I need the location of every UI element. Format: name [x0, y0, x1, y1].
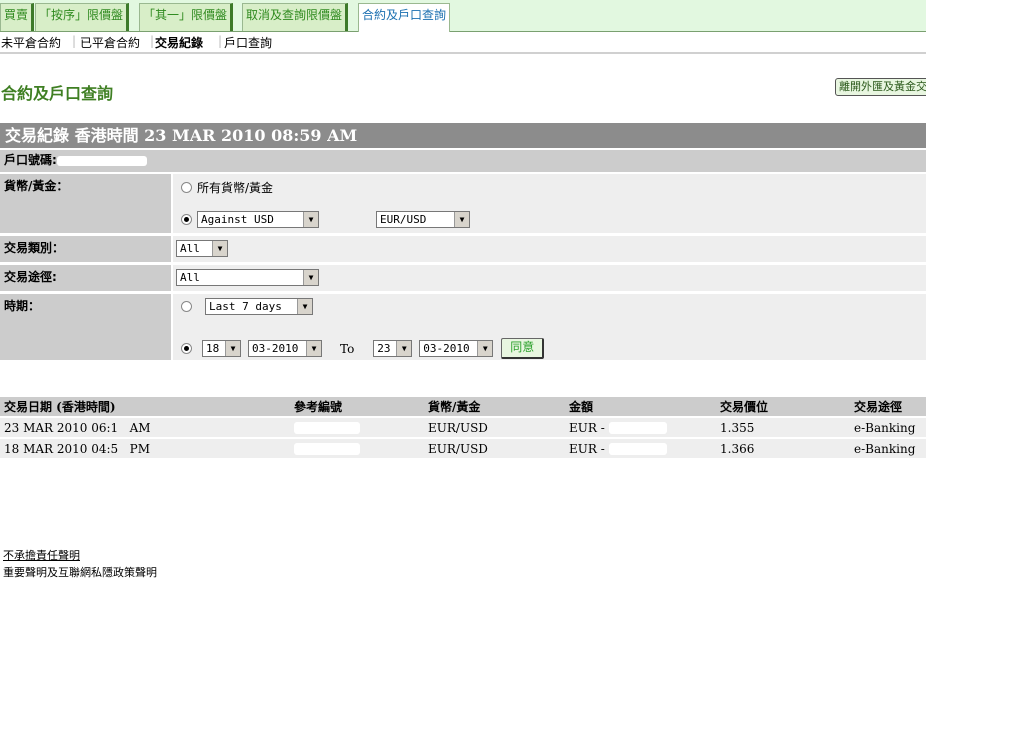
results-table: 交易日期 (香港時間) 參考編號 貨幣/黃金 金額 交易價位 交易途徑 23 M…	[0, 395, 926, 460]
to-month-select[interactable]: 03-2010 ▼	[419, 340, 494, 357]
from-month-value: 03-2010	[252, 342, 299, 355]
cell-price: 1.366	[716, 439, 850, 458]
subnav-transaction-record[interactable]: 交易紀錄	[155, 34, 203, 51]
chevron-down-icon: ▼	[212, 241, 227, 256]
to-label: To	[340, 341, 355, 356]
from-day-select[interactable]: 18 ▼	[202, 340, 241, 357]
redacted-amount	[608, 443, 667, 455]
cell-currency: EUR/USD	[424, 418, 565, 437]
chevron-down-icon: ▼	[297, 299, 312, 314]
redacted-reference	[294, 443, 360, 455]
section-title: 交易紀錄 香港時間 23 MAR 2010 08:59 AM	[0, 123, 926, 148]
period-select[interactable]: Last 7 days ▼	[205, 298, 313, 315]
redacted-account	[56, 155, 147, 166]
transaction-type-select[interactable]: All ▼	[176, 240, 228, 257]
submit-button[interactable]: 同意	[501, 338, 545, 359]
cell-amount: EUR -	[565, 439, 716, 458]
privacy-link[interactable]: 重要聲明及互聯網私隱政策聲明	[3, 564, 157, 580]
subnav-separator: |	[150, 34, 155, 48]
exit-button[interactable]: 離開外匯及黃金交易	[835, 78, 926, 96]
radio-period-preset[interactable]	[181, 301, 192, 312]
to-month-value: 03-2010	[423, 342, 470, 355]
currency-pair-select[interactable]: EUR/USD ▼	[376, 211, 470, 228]
cell-currency: EUR/USD	[424, 439, 565, 458]
cell-date: 23 MAR 2010 06:1 AM	[0, 418, 290, 437]
chevron-down-icon: ▼	[303, 212, 318, 227]
table-row: 18 MAR 2010 04:5 PM EUR/USD EUR - 1.366 …	[0, 439, 926, 458]
cell-channel: e-Banking	[850, 418, 926, 437]
against-select[interactable]: Against USD ▼	[197, 211, 319, 228]
table-header: 交易日期 (香港時間) 參考編號 貨幣/黃金 金額 交易價位 交易途徑	[0, 397, 926, 416]
col-date: 交易日期 (香港時間)	[0, 397, 290, 416]
period-label: 時期：	[0, 294, 171, 360]
page-title: 合約及戶口查詢	[1, 84, 114, 103]
tab-cancel-order[interactable]: 取消及查詢限價盤	[242, 3, 349, 31]
cell-reference	[290, 418, 424, 437]
from-day-value: 18	[206, 342, 220, 355]
cell-price: 1.355	[716, 418, 850, 437]
currency-field: 所有貨幣/黃金 Against USD ▼ EUR/USD ▼	[173, 174, 926, 233]
to-day-select[interactable]: 23 ▼	[373, 340, 413, 357]
redacted-amount	[608, 422, 667, 434]
against-select-value: Against USD	[201, 213, 274, 226]
currency-label: 貨幣/黃金：	[0, 174, 171, 233]
channel-select[interactable]: All ▼	[176, 269, 319, 286]
cell-reference	[290, 439, 424, 458]
col-currency: 貨幣/黃金	[424, 397, 565, 416]
radio-all-currency[interactable]	[181, 182, 192, 193]
amount-prefix: EUR -	[569, 420, 609, 435]
type-label: 交易類別：	[0, 236, 171, 262]
subnav-separator: |	[72, 34, 77, 48]
main-tabs: 買賣 「按序」限價盤 「其一」限價盤 取消及查詢限價盤 合約及戶口查詢	[0, 0, 926, 32]
tab-account-enquiry[interactable]: 合約及戶口查詢	[358, 3, 451, 32]
chevron-down-icon: ▼	[396, 341, 412, 356]
from-month-select[interactable]: 03-2010 ▼	[248, 340, 322, 357]
chevron-down-icon: ▼	[306, 341, 321, 356]
chevron-down-icon: ▼	[454, 212, 469, 227]
chevron-down-icon: ▼	[477, 341, 493, 356]
to-day-value: 23	[377, 342, 391, 355]
chevron-down-icon: ▼	[225, 341, 240, 356]
account-label: 戶口號碼:	[4, 153, 57, 167]
radio-specific-currency[interactable]	[181, 214, 192, 225]
table-row: 23 MAR 2010 06:1 AM EUR/USD EUR - 1.355 …	[0, 418, 926, 437]
sub-navigation: 未平倉合約 | 已平倉合約 | 交易紀錄 | 戶口查詢	[0, 33, 926, 54]
cell-channel: e-Banking	[850, 439, 926, 458]
subnav-separator: |	[218, 34, 223, 48]
period-value: Last 7 days	[209, 300, 282, 313]
redacted-reference	[294, 422, 360, 434]
subnav-account-enquiry[interactable]: 戶口查詢	[224, 34, 272, 51]
chevron-down-icon: ▼	[303, 270, 318, 285]
all-currency-label: 所有貨幣/黃金	[197, 181, 274, 195]
disclaimer-link[interactable]: 不承擔責任聲明	[3, 547, 80, 563]
tab-trade[interactable]: 買賣	[0, 3, 35, 31]
channel-field: All ▼	[173, 265, 926, 291]
channel-label: 交易途徑:	[0, 265, 171, 291]
type-field: All ▼	[173, 236, 926, 262]
col-reference: 參考編號	[290, 397, 424, 416]
cell-amount: EUR -	[565, 418, 716, 437]
channel-value: All	[180, 271, 200, 284]
period-field: Last 7 days ▼ 18 ▼ 03-2010 ▼ To 23 ▼ 03-2010…	[173, 294, 926, 360]
amount-prefix: EUR -	[569, 441, 609, 456]
account-row: 戶口號碼:	[0, 150, 926, 172]
col-channel: 交易途徑	[850, 397, 926, 416]
cell-date: 18 MAR 2010 04:5 PM	[0, 439, 290, 458]
tab-if-done-order[interactable]: 「按序」限價盤	[35, 3, 130, 31]
subnav-open-contracts[interactable]: 未平倉合約	[1, 34, 61, 51]
col-price: 交易價位	[716, 397, 850, 416]
col-amount: 金額	[565, 397, 716, 416]
tab-oco-order[interactable]: 「其一」限價盤	[139, 3, 234, 31]
subnav-closed-contracts[interactable]: 已平倉合約	[80, 34, 140, 51]
radio-date-range[interactable]	[181, 343, 192, 354]
transaction-type-value: All	[180, 242, 200, 255]
currency-pair-value: EUR/USD	[380, 213, 427, 226]
